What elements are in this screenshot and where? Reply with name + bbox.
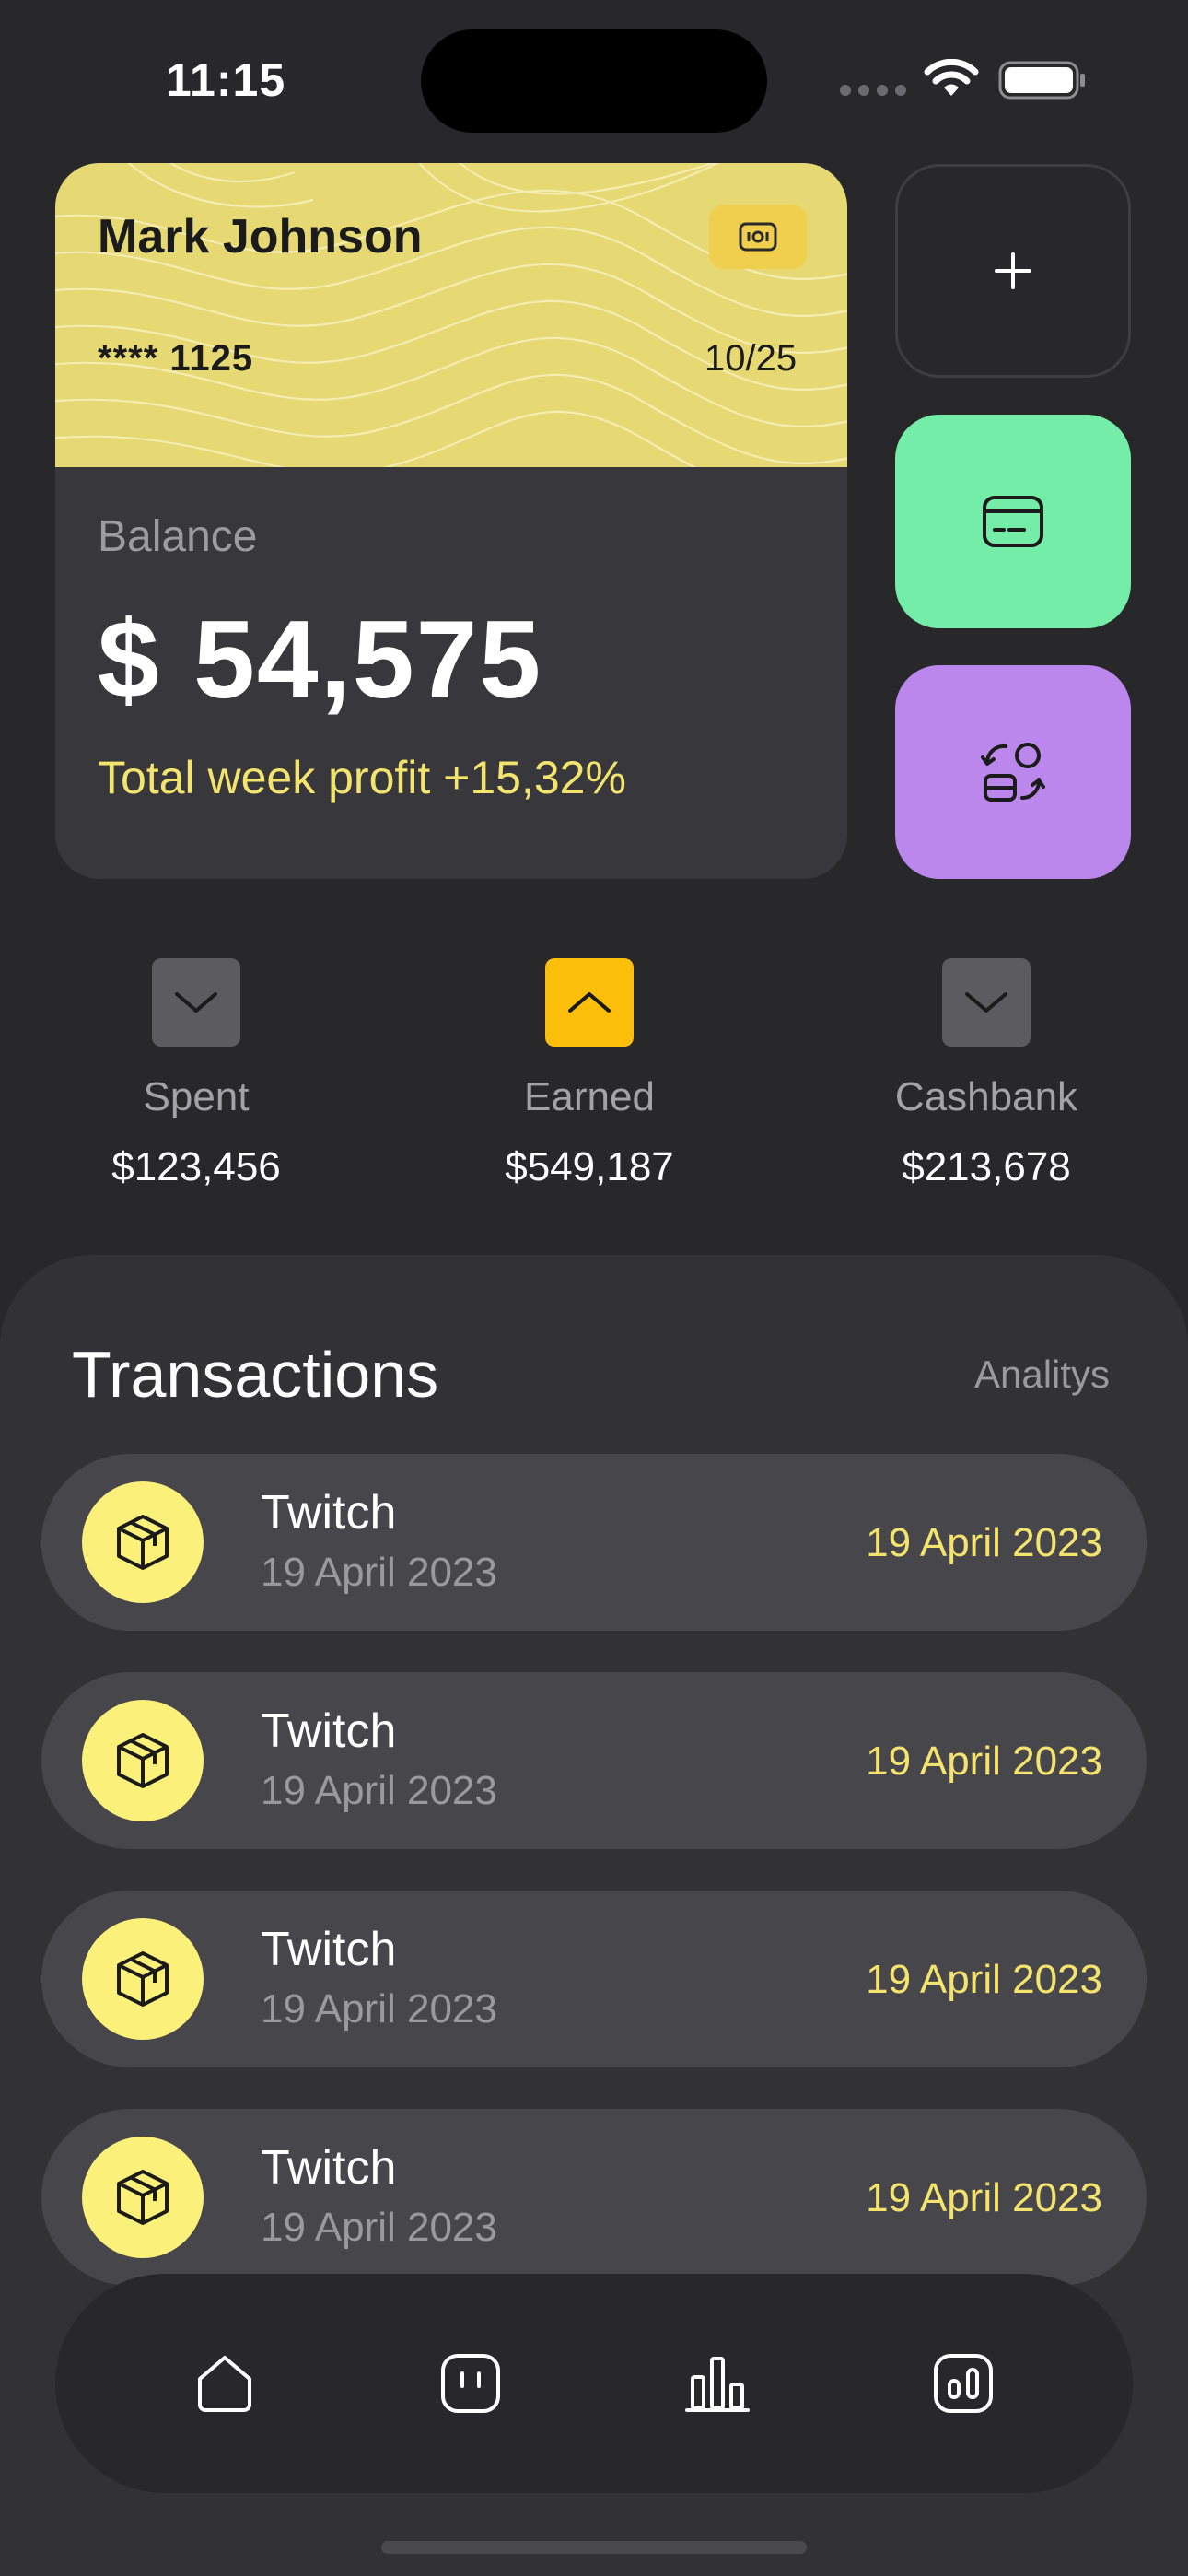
chart-icon [684,2357,750,2412]
dynamic-island [421,29,767,133]
stat-label: Earned [524,1074,655,1119]
stat-label: Cashbank [894,1074,1078,1119]
wifi-icon [924,59,979,96]
card-button[interactable] [895,415,1131,628]
transaction-name: Twitch [261,1923,397,1976]
analytics-link[interactable]: Analitys [974,1352,1110,1397]
home-indicator [381,2541,807,2554]
bottom-nav [55,2274,1133,2493]
transaction-item[interactable]: Twitch 19 April 2023 19 April 2023 [41,1454,1147,1631]
balance-label: Balance [98,512,258,561]
home-icon [197,2356,251,2412]
transaction-name: Twitch [261,1486,397,1540]
package-icon [82,1918,204,2040]
stat-spent[interactable]: Spent $123,456 [49,958,344,1190]
stat-value: $549,187 [505,1144,674,1189]
balance-value: $ 54,575 [98,598,543,721]
signal-icon [840,85,906,96]
nav-chart-button[interactable] [676,2342,759,2425]
package-icon [82,1700,204,1821]
wallet-icon [441,2354,501,2413]
transaction-name: Twitch [261,1704,397,1758]
nav-wallet-button[interactable] [429,2342,512,2425]
week-profit: Total week profit +15,32% [98,752,626,803]
chip-icon [709,205,807,269]
add-card-button[interactable] [895,164,1131,378]
exchange-button[interactable] [895,665,1131,879]
transaction-subtitle: 19 April 2023 [261,1986,497,2032]
transaction-subtitle: 19 April 2023 [261,1768,497,1813]
plus-icon [995,252,1031,289]
status-time: 11:15 [166,54,286,106]
chevron-down-icon [152,958,240,1047]
stat-value: $123,456 [111,1144,281,1189]
transaction-item[interactable]: Twitch 19 April 2023 19 April 2023 [41,1891,1147,2067]
card-number: **** 1125 [98,338,254,379]
nav-stats-button[interactable] [922,2342,1005,2425]
transaction-date: 19 April 2023 [866,2175,1102,2220]
transaction-subtitle: 19 April 2023 [261,1550,497,1595]
package-icon [82,1481,204,1603]
stats-icon [934,2354,994,2413]
transaction-subtitle: 19 April 2023 [261,2205,497,2250]
transaction-date: 19 April 2023 [866,1739,1102,1784]
transactions-title: Transactions [72,1339,439,1411]
transaction-date: 19 April 2023 [866,1520,1102,1565]
transaction-name: Twitch [261,2141,397,2195]
transaction-item[interactable]: Twitch 19 April 2023 19 April 2023 [41,2109,1147,2286]
stat-value: $213,678 [902,1144,1071,1189]
battery-icon [998,61,1085,100]
transaction-item[interactable]: Twitch 19 April 2023 19 April 2023 [41,1672,1147,1849]
chevron-down-icon [942,958,1031,1047]
chevron-up-icon [545,958,634,1047]
nav-home-button[interactable] [183,2342,266,2425]
balance-card[interactable]: Mark Johnson **** 1125 10/25 Balance $ 5… [55,163,847,879]
stat-cashbank[interactable]: Cashbank $213,678 [839,958,1134,1190]
stat-label: Spent [143,1074,250,1119]
stat-earned[interactable]: Earned $549,187 [442,958,737,1190]
credit-card[interactable]: Mark Johnson **** 1125 10/25 [55,163,847,467]
exchange-icon [981,743,1045,802]
card-expiry: 10/25 [705,338,798,379]
card-holder-name: Mark Johnson [98,210,423,263]
transaction-date: 19 April 2023 [866,1957,1102,2002]
package-icon [82,2137,204,2258]
card-icon [983,496,1043,547]
